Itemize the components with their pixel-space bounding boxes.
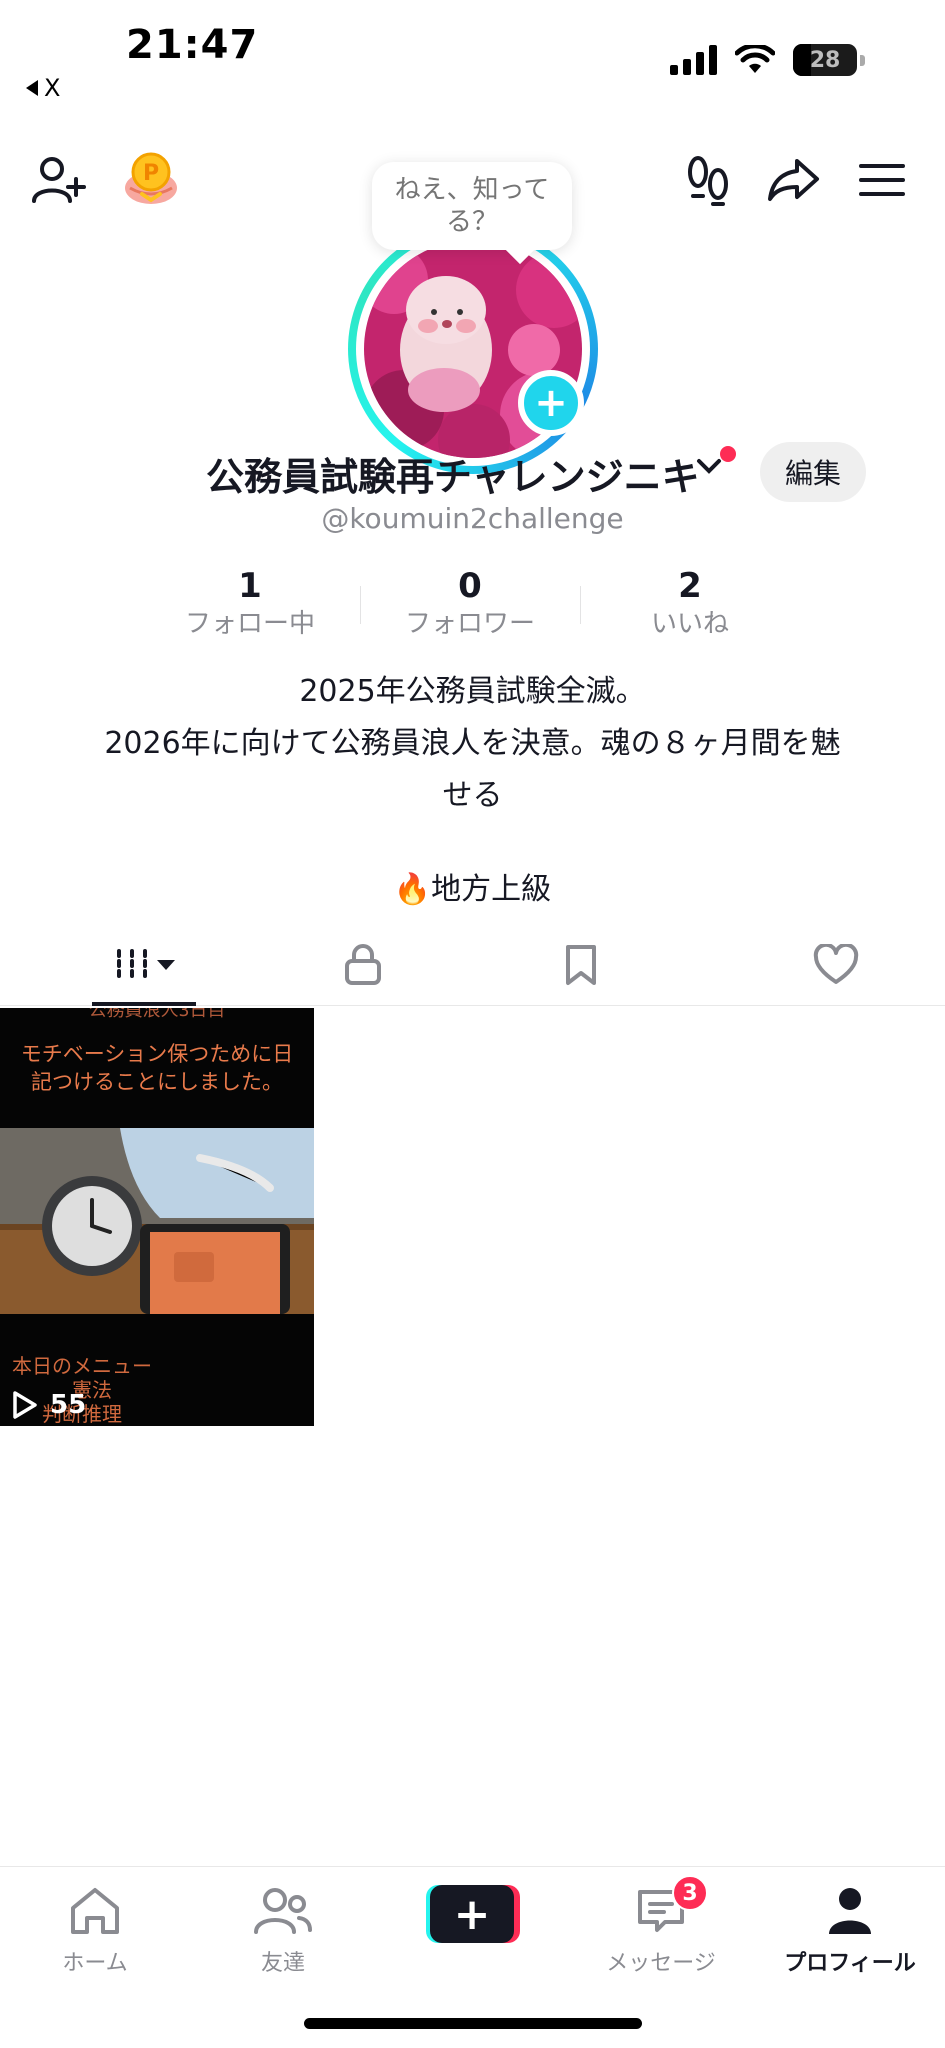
messages-badge: 3	[672, 1875, 708, 1911]
edit-profile-button[interactable]: 編集	[760, 442, 866, 502]
stats-row: 1 フォロー中 0 フォロワー 2 いいね	[140, 566, 800, 646]
friends-icon	[254, 1888, 312, 1934]
nav-friends[interactable]: 友達	[188, 1881, 378, 1977]
stat-likes[interactable]: 2 いいね	[580, 566, 800, 646]
dropdown-arrow-icon	[157, 960, 175, 970]
notification-dot	[720, 446, 736, 462]
video-thumbnail[interactable]: 公務員浪人3日目 モチベーション保つために日 記つけることにしました。 本日のメ…	[0, 1008, 314, 1426]
stat-following[interactable]: 1 フォロー中	[140, 566, 360, 646]
wifi-icon	[735, 45, 775, 73]
nav-friends-label: 友達	[260, 1951, 305, 1976]
story-bubble[interactable]: ねえ、知ってる？	[372, 162, 572, 250]
stat-label: いいね	[650, 609, 729, 639]
battery-icon: 28	[793, 44, 857, 76]
battery-tip	[860, 54, 865, 66]
caption-line: 記つけることにしました。	[31, 1070, 283, 1094]
stat-value: 2	[678, 566, 702, 606]
home-indicator	[304, 2018, 642, 2029]
profile-tagline: 🔥地方上級	[393, 872, 552, 907]
bookmark-icon	[566, 945, 596, 985]
create-button[interactable]: +	[426, 1885, 520, 1943]
name-row: 公務員試験再チャレンジニキ 編集	[0, 442, 945, 502]
username: @koumuin2challenge	[321, 502, 624, 535]
stat-value: 1	[238, 566, 262, 606]
coin-reward-button[interactable]: P	[120, 150, 182, 208]
display-name[interactable]: 公務員試験再チャレンジニキ	[206, 446, 700, 501]
add-story-button[interactable]: +	[518, 370, 584, 436]
caption-line: 本日のメニュー	[12, 1354, 152, 1378]
chevron-down-icon[interactable]	[696, 456, 722, 476]
footprint-button[interactable]	[678, 150, 738, 210]
add-friend-button[interactable]	[30, 150, 90, 210]
content-tabs	[0, 924, 945, 1006]
caption-line: モチベーション保つために日	[20, 1042, 294, 1066]
back-triangle-icon	[26, 80, 38, 96]
video-caption-top: モチベーション保つために日 記つけることにしました。	[0, 1040, 314, 1096]
bio: 2025年公務員試験全滅。 2026年に向けて公務員浪人を決意。魂の８ヶ月間を魅…	[80, 666, 865, 822]
menu-icon	[859, 164, 905, 196]
add-friend-icon	[32, 157, 86, 203]
back-app-label: X	[44, 74, 61, 102]
nav-home[interactable]: ホーム	[0, 1881, 190, 1977]
cellular-signal-icon	[670, 45, 717, 75]
plus-icon: +	[430, 1885, 514, 1943]
bio-line: せる	[442, 778, 503, 813]
stat-value: 0	[458, 566, 482, 606]
status-time: 21:47	[126, 22, 259, 68]
tab-private[interactable]	[290, 924, 436, 1006]
stat-label: フォロワー	[404, 609, 535, 639]
view-count: 55	[50, 1390, 87, 1420]
footprint-icon	[688, 156, 728, 206]
friends-icon-wrap	[188, 1881, 378, 1941]
battery-percent: 28	[809, 47, 841, 73]
tab-liked[interactable]	[726, 924, 945, 1006]
bio-line: 2025年公務員試験全滅。	[299, 674, 646, 709]
grid-icon	[117, 949, 147, 981]
lock-icon	[345, 944, 381, 985]
video-scene-image	[0, 1128, 314, 1314]
messages-icon-wrap	[566, 1881, 756, 1941]
nav-messages[interactable]: メッセージ	[566, 1881, 756, 1977]
profile-icon	[829, 1888, 871, 1934]
video-faded-caption: 公務員浪人3日目	[88, 1008, 226, 1021]
menu-button[interactable]	[852, 150, 912, 210]
svg-text:P: P	[143, 161, 159, 186]
tab-saved[interactable]	[436, 924, 726, 1006]
video-views: 55	[12, 1390, 86, 1420]
bio-line: 2026年に向けて公務員浪人を決意。魂の８ヶ月間を魅	[104, 726, 841, 761]
nav-home-label: ホーム	[62, 1951, 128, 1976]
home-icon-wrap	[0, 1881, 190, 1941]
status-right: 28	[670, 44, 865, 76]
share-profile-button[interactable]	[764, 150, 824, 210]
tab-videos[interactable]	[0, 924, 290, 1006]
home-icon	[71, 1888, 119, 1934]
back-to-app-link[interactable]: X	[26, 74, 60, 102]
profile-icon-wrap	[755, 1881, 945, 1941]
nav-profile[interactable]: プロフィール	[755, 1881, 945, 1977]
coin-reward-icon: P	[125, 152, 177, 204]
nav-messages-label: メッセージ	[606, 1951, 716, 1976]
nav-profile-label: プロフィール	[784, 1951, 916, 1976]
play-icon	[13, 1391, 37, 1419]
heart-icon	[813, 944, 858, 984]
stat-label: フォロー中	[184, 609, 315, 639]
share-icon	[768, 159, 819, 201]
stat-followers[interactable]: 0 フォロワー	[360, 566, 580, 646]
